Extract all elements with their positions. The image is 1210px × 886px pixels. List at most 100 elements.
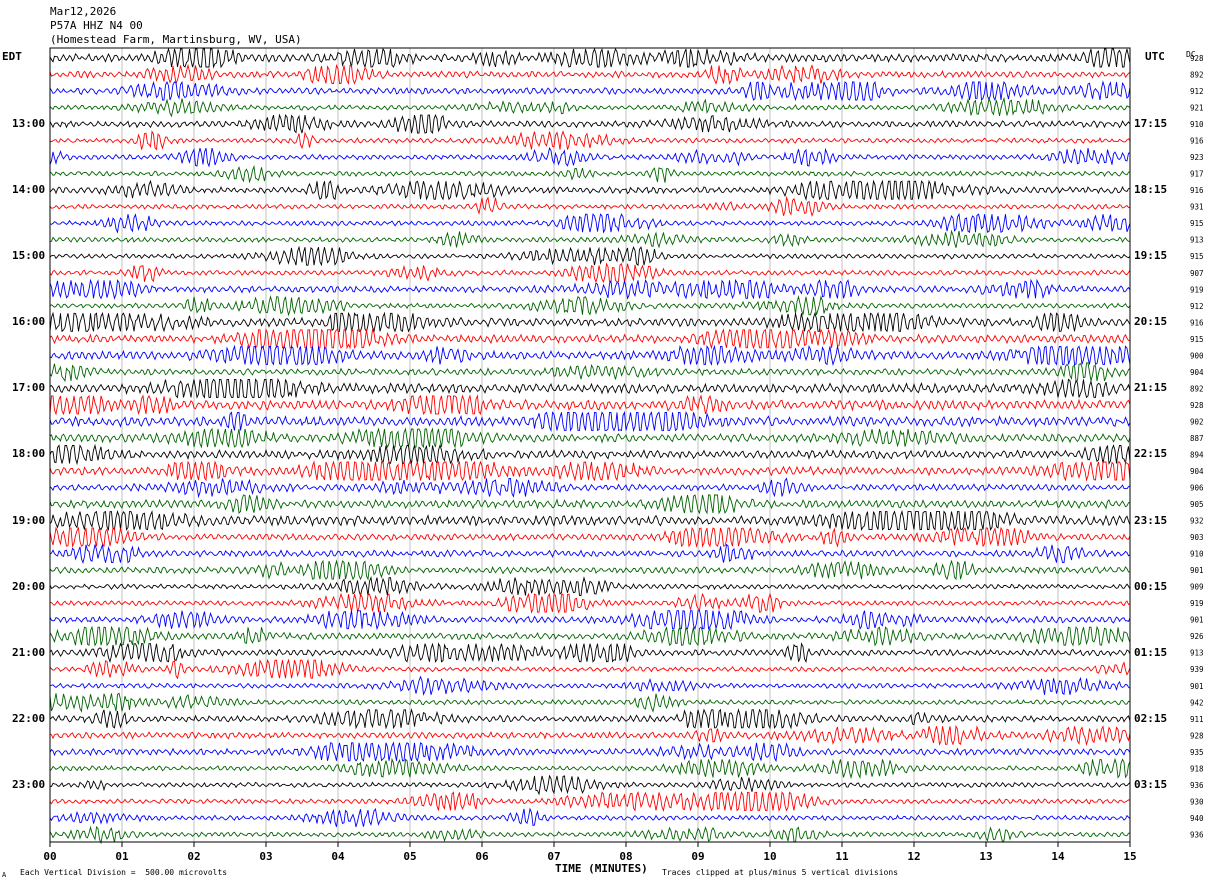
station-label: P57A HHZ N4 00 (50, 19, 143, 32)
trace-row-24 (49, 443, 1131, 466)
dc-offset-label: 916 (1190, 186, 1204, 195)
dc-offset-label: 892 (1190, 384, 1204, 393)
trace-row-25 (49, 460, 1131, 482)
left-hour-label: 18:00 (12, 447, 46, 461)
trace-row-40 (49, 708, 1131, 730)
trace-row-19 (49, 362, 1131, 383)
dc-offset-label: 916 (1190, 318, 1204, 327)
left-hour-label: 23:00 (12, 777, 46, 791)
trace-row-9 (49, 195, 1131, 217)
right-hour-label: 17:15 (1134, 117, 1168, 131)
trace-row-20 (49, 377, 1131, 399)
dc-offset-label: 904 (1190, 368, 1204, 377)
dc-offset-label: 901 (1190, 566, 1204, 575)
right-hour-label: 21:15 (1134, 381, 1168, 395)
dc-offset-label: 913 (1190, 649, 1204, 658)
dc-offset-label: 906 (1190, 484, 1204, 493)
dc-offset-label: 928 (1190, 731, 1204, 740)
left-hour-label: 16:00 (12, 315, 46, 329)
dc-offset-label: 887 (1190, 434, 1204, 443)
dc-offset-label: 918 (1190, 764, 1204, 773)
trace-row-43 (49, 757, 1131, 780)
trace-row-4 (49, 113, 1131, 135)
dc-offset-label: 928 (1190, 401, 1204, 410)
trace-row-12 (49, 245, 1131, 267)
right-hour-label: 18:15 (1134, 183, 1168, 197)
left-hour-label: 14:00 (12, 183, 46, 197)
trace-row-42 (49, 741, 1131, 763)
dc-offset-label: 916 (1190, 137, 1204, 146)
dc-offset-label: 919 (1190, 599, 1204, 608)
trace-row-45 (49, 790, 1131, 812)
dc-offset-label: 939 (1190, 665, 1204, 674)
trace-row-16 (49, 311, 1131, 334)
dc-offset-label: 909 (1190, 583, 1204, 592)
x-tick-label: 00 (43, 850, 56, 863)
left-hour-label: 20:00 (12, 579, 46, 593)
trace-row-46 (49, 807, 1131, 828)
dc-offset-label: 904 (1190, 467, 1204, 476)
trace-row-41 (49, 724, 1131, 746)
trace-row-36 (49, 642, 1131, 664)
dc-offset-label: 892 (1190, 71, 1204, 80)
date-label: Mar12,2026 (50, 5, 117, 18)
dc-offset-label: 932 (1190, 517, 1204, 526)
trace-row-5 (49, 130, 1131, 151)
dc-offset-label: 917 (1190, 170, 1204, 179)
dc-offset-label: 915 (1190, 335, 1204, 344)
x-tick-label: 05 (403, 850, 416, 863)
trace-row-37 (49, 658, 1131, 680)
left-hour-label: 19:00 (12, 513, 46, 527)
dc-offset-label: 930 (1190, 797, 1204, 806)
dc-offset-label: 912 (1190, 302, 1204, 311)
dc-offset-label: 903 (1190, 533, 1204, 542)
dc-offset-label: 912 (1190, 87, 1204, 96)
trace-row-32 (49, 575, 1131, 598)
dc-offset-label: 907 (1190, 269, 1204, 278)
trace-row-35 (49, 625, 1131, 647)
dc-offset-label: 942 (1190, 698, 1204, 707)
trace-row-23 (49, 427, 1131, 449)
trace-row-2 (49, 80, 1131, 102)
dc-offset-label: 901 (1190, 616, 1204, 625)
right-timezone-label: UTC (1145, 50, 1165, 63)
right-hour-label: 00:15 (1134, 579, 1168, 593)
trace-row-33 (49, 592, 1131, 614)
trace-row-17 (49, 328, 1131, 350)
trace-row-47 (49, 825, 1131, 845)
dc-offset-labels: 928 892 912 921 910 916 923 917 916 931 915 913 915 9… (1190, 54, 1204, 839)
dc-offset-label: 910 (1190, 550, 1204, 559)
x-tick-label: 01 (115, 850, 129, 863)
right-hour-label: 20:15 (1134, 315, 1168, 329)
corner-mark: A (2, 871, 7, 879)
trace-row-11 (49, 229, 1131, 249)
dc-offset-label: 926 (1190, 632, 1204, 641)
x-tick-label: 15 (1123, 850, 1136, 863)
right-hour-label: 02:15 (1134, 711, 1168, 725)
plot-frame (49, 47, 1131, 843)
dc-offset-label: 910 (1190, 120, 1204, 129)
seismic-traces (49, 47, 1131, 845)
trace-row-0 (49, 47, 1131, 69)
x-tick-label: 03 (259, 850, 272, 863)
trace-row-31 (49, 559, 1131, 581)
dc-offset-label: 901 (1190, 682, 1204, 691)
trace-row-28 (49, 509, 1131, 532)
helicorder-plot: 00 01 02 03 04 05 06 07 08 09 10 11 12 13 14 15 9288929… (43, 47, 1204, 863)
trace-row-8 (49, 179, 1131, 201)
dc-offset-label: 936 (1190, 830, 1204, 839)
right-hour-label: 23:15 (1134, 513, 1168, 527)
right-hour-label: 19:15 (1134, 249, 1168, 263)
dc-offset-label: 915 (1190, 252, 1204, 261)
trace-row-38 (49, 675, 1131, 696)
right-hour-label: 03:15 (1134, 777, 1168, 791)
left-hour-label: 22:00 (12, 711, 46, 725)
left-hour-label: 17:00 (12, 381, 46, 395)
dc-offset-label: 923 (1190, 153, 1204, 162)
trace-row-1 (49, 63, 1131, 86)
left-hour-label: 13:00 (12, 117, 46, 131)
left-hour-label: 15:00 (12, 249, 46, 263)
x-axis-title: TIME (MINUTES) (555, 862, 648, 875)
trace-row-3 (49, 96, 1131, 118)
dc-offset-label: 894 (1190, 450, 1204, 459)
